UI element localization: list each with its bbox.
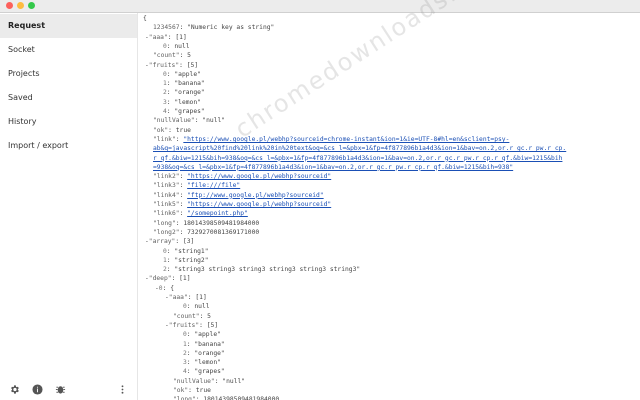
json-value: null: [194, 303, 210, 311]
sidebar-item-import-export[interactable]: Import / export: [0, 134, 137, 158]
json-key: "link4": [153, 191, 180, 199]
json-key: "count": [153, 52, 180, 60]
json-key: "link6": [153, 210, 180, 218]
json-value: "banana": [194, 340, 225, 348]
json-key: "long": [173, 396, 196, 400]
json-value: null: [174, 42, 190, 50]
json-value: 5: [207, 312, 211, 320]
minimize-window-button[interactable]: [17, 2, 24, 9]
json-value: "string2": [174, 256, 209, 264]
json-value: [5]: [206, 321, 219, 329]
more-vertical-icon[interactable]: [117, 380, 128, 394]
sidebar-footer: [0, 378, 137, 395]
json-key: "link": [153, 135, 176, 143]
json-value: "string3 string3 string3 string3 string3…: [174, 266, 361, 274]
json-key: "fruits": [148, 61, 180, 69]
json-value: "banana": [174, 80, 205, 88]
json-key: "nullValue": [173, 377, 215, 385]
sidebar-item-socket[interactable]: Socket: [0, 38, 137, 62]
json-link[interactable]: "https://www.google.pl/webhp?sourceid": [187, 201, 331, 208]
json-value: "lemon": [174, 98, 201, 106]
json-link[interactable]: r_qf.&biw=1215&bih=938&oq=&cs_l=&pbx=1&f…: [153, 155, 562, 162]
json-key: "aaa": [168, 294, 188, 301]
json-value: "null": [222, 377, 246, 385]
json-key: "nullValue": [153, 117, 195, 125]
json-value: true: [175, 126, 191, 134]
json-value: [1]: [179, 275, 191, 283]
close-window-button[interactable]: [6, 2, 13, 9]
json-key: "array": [148, 238, 176, 246]
json-value: 18014398509481984000: [183, 219, 260, 227]
json-key: "ok": [173, 387, 189, 394]
json-value: [1]: [195, 294, 207, 301]
json-value: true: [195, 387, 211, 394]
json-value: "string1": [174, 247, 209, 255]
json-key: "link3": [153, 182, 180, 190]
json-value: "lemon": [194, 359, 221, 367]
json-key: "fruits": [168, 321, 200, 329]
json-key: "aaa": [148, 33, 168, 41]
sidebar-item-projects[interactable]: Projects: [0, 62, 137, 86]
json-value: "orange": [194, 349, 225, 357]
json-value: "apple": [194, 331, 221, 339]
json-link[interactable]: "ftp://www.google.pl/webhp?sourceid": [187, 192, 323, 199]
maximize-window-button[interactable]: [28, 2, 35, 9]
json-value: "grapes": [174, 108, 205, 115]
json-link[interactable]: "/somepoint.php": [187, 210, 248, 217]
json-line: {: [143, 14, 147, 24]
json-key: "long2": [153, 228, 180, 236]
json-value: "apple": [174, 70, 201, 78]
json-value: "grapes": [194, 368, 225, 376]
json-key: 1234567: [153, 24, 180, 32]
json-value: "Numeric key as string": [187, 24, 275, 32]
bug-icon[interactable]: [55, 380, 66, 394]
json-viewer: {1234567: "Numeric key as string" -"aaa":…: [138, 13, 640, 400]
json-value: [5]: [186, 61, 199, 69]
sidebar-item-saved[interactable]: Saved: [0, 86, 137, 110]
json-link[interactable]: "file:///file": [187, 182, 240, 189]
json-key: "count": [173, 312, 200, 320]
json-link[interactable]: "https://www.google.pl/webhp?sourceid": [187, 173, 331, 180]
json-value: {: [143, 15, 147, 22]
sidebar: Request Socket Projects Saved History Im…: [0, 13, 138, 400]
json-key: "ok": [153, 126, 169, 134]
json-value: 7329270081369171000: [187, 228, 260, 236]
gear-icon[interactable]: [9, 380, 20, 394]
info-icon[interactable]: [32, 380, 43, 395]
json-line: 2: "string3 string3 string3 string3 stri…: [163, 266, 361, 274]
json-line: "long": 18014398509481984000: [173, 395, 279, 400]
json-value: "orange": [174, 89, 205, 97]
json-key: "deep": [148, 275, 172, 283]
json-value: [3]: [182, 238, 195, 246]
sidebar-item-request[interactable]: Request: [0, 14, 137, 38]
json-link[interactable]: =938&oq=&cs_l=&pbx=1&fp=4f877896b1a4d3&i…: [153, 164, 513, 171]
json-value: [1]: [175, 33, 187, 41]
title-bar: [0, 0, 640, 13]
json-key: "link2": [153, 173, 180, 181]
json-key: "long": [153, 219, 176, 227]
app-window: Request Socket Projects Saved History Im…: [0, 0, 640, 400]
json-link[interactable]: ab&q=javascript%20find%20link%20in%20tex…: [153, 145, 566, 152]
json-value: 5: [187, 52, 191, 60]
json-value: 18014398509481984000: [203, 396, 280, 400]
sidebar-item-history[interactable]: History: [0, 110, 137, 134]
json-value: "null": [202, 117, 226, 125]
json-key: "link5": [153, 201, 180, 208]
json-link[interactable]: "https://www.google.pl/webhp?sourceid=ch…: [183, 136, 509, 143]
json-value: {: [170, 284, 174, 292]
